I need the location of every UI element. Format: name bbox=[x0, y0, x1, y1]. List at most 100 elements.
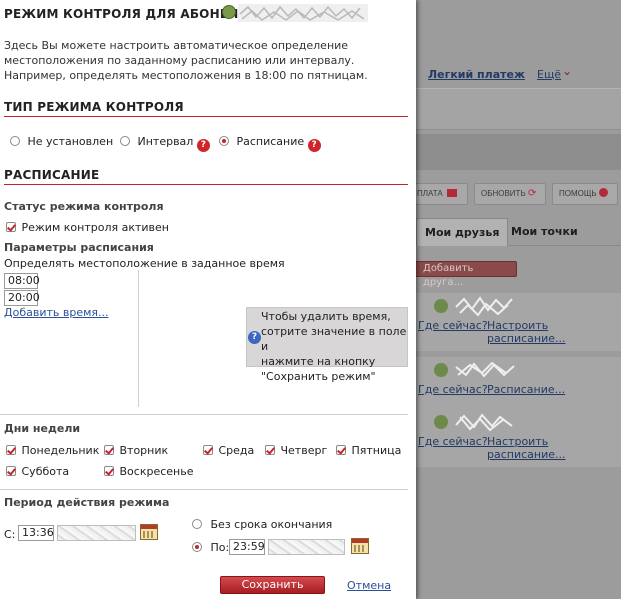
where-now-link[interactable]: Где сейчас? bbox=[418, 383, 488, 396]
toolbar-refresh-button[interactable]: ОБНОВИТЬ ⟳ bbox=[474, 183, 546, 205]
from-date-input[interactable] bbox=[57, 525, 136, 541]
day-sunday[interactable]: Воскресенье bbox=[104, 465, 193, 478]
schedule-params-label: Параметры расписания bbox=[4, 241, 154, 254]
section-divider bbox=[4, 184, 408, 185]
refresh-icon: ⟳ bbox=[527, 188, 537, 199]
schedule-link[interactable]: Расписание... bbox=[487, 383, 571, 396]
tooltip-text: Чтобы удалить время, сотрите значение в … bbox=[261, 310, 407, 383]
radio-not-set[interactable]: Не установлен bbox=[10, 135, 113, 148]
radio-circle[interactable] bbox=[192, 519, 202, 529]
captcha-name-image bbox=[455, 413, 513, 432]
help-icon bbox=[598, 188, 608, 197]
checkbox-box[interactable] bbox=[203, 445, 213, 455]
section-divider bbox=[0, 489, 408, 490]
active-checkbox[interactable]: Режим контроля активен bbox=[6, 221, 169, 234]
background-band bbox=[410, 88, 621, 130]
easy-pay-link[interactable]: Легкий платеж bbox=[428, 68, 525, 81]
help-icon[interactable]: ? bbox=[307, 139, 321, 152]
checkbox-box[interactable] bbox=[104, 445, 114, 455]
friend-row: Где сейчас? Настроить расписание... bbox=[410, 409, 621, 467]
friend-row: Где сейчас? Расписание... bbox=[410, 357, 621, 415]
friend-row: Где сейчас? Настроить расписание... bbox=[410, 293, 621, 351]
checkbox-label: Среда bbox=[218, 444, 255, 457]
tab-my-friends[interactable]: Мои друзья bbox=[416, 218, 509, 246]
day-tuesday[interactable]: Вторник bbox=[104, 444, 168, 457]
from-label: С: bbox=[4, 528, 16, 541]
add-time-link[interactable]: Добавить время... bbox=[4, 306, 109, 319]
location-pin-icon bbox=[434, 415, 448, 429]
schedule-params-hint: Определять местоположение в заданное вре… bbox=[4, 257, 285, 270]
help-icon[interactable]: ? bbox=[196, 139, 210, 152]
toolbar-pay-button[interactable]: ПЛАТА bbox=[410, 183, 468, 205]
card-icon bbox=[446, 189, 457, 197]
background-page: Легкий платеж Ещё ⌄ ПЛАТА ОБНОВИТЬ ⟳ ПОМ… bbox=[410, 0, 621, 599]
radio-no-end[interactable]: Без срока окончания bbox=[192, 518, 332, 531]
radio-circle[interactable] bbox=[120, 136, 130, 146]
toolbar-label: ПОМОЩЬ bbox=[559, 189, 597, 198]
radio-label: Не установлен bbox=[27, 135, 114, 148]
time-input[interactable]: 08:00 bbox=[4, 273, 40, 289]
where-now-link[interactable]: Где сейчас? bbox=[418, 319, 488, 332]
from-time-input[interactable]: 13:36 bbox=[18, 525, 54, 541]
tab-my-points[interactable]: Мои точки bbox=[503, 218, 586, 246]
checkbox-box[interactable] bbox=[6, 445, 16, 455]
checkbox-box[interactable] bbox=[265, 445, 275, 455]
where-now-link[interactable]: Где сейчас? bbox=[418, 435, 488, 448]
control-mode-dialog: РЕЖИМ КОНТРОЛЯ ДЛЯ АБОНЕНТА Здесь Вы мож… bbox=[0, 0, 416, 599]
schedule-heading: РАСПИСАНИЕ bbox=[4, 168, 100, 182]
chevron-down-icon: ⌄ bbox=[562, 64, 573, 78]
checkbox-box[interactable] bbox=[6, 222, 16, 232]
checkbox-label: Вторник bbox=[119, 444, 169, 457]
subscriber-avatar-icon bbox=[222, 5, 236, 19]
radio-circle[interactable] bbox=[219, 136, 229, 146]
day-friday[interactable]: Пятница bbox=[336, 444, 401, 457]
schedule-column-divider bbox=[138, 270, 139, 407]
dialog-title: РЕЖИМ КОНТРОЛЯ ДЛЯ АБОНЕНТА bbox=[4, 7, 257, 21]
checkbox-label: Понедельник bbox=[21, 444, 100, 457]
day-saturday[interactable]: Суббота bbox=[6, 465, 69, 478]
toolbar-help-button[interactable]: ПОМОЩЬ bbox=[552, 183, 618, 205]
checkbox-label: Пятница bbox=[351, 444, 402, 457]
captcha-name-image bbox=[455, 296, 513, 317]
checkbox-label: Суббота bbox=[21, 465, 70, 478]
radio-schedule[interactable]: Расписание ? bbox=[219, 135, 321, 152]
calendar-icon[interactable] bbox=[351, 538, 369, 554]
status-label: Статус режима контроля bbox=[4, 200, 164, 213]
section-divider bbox=[0, 414, 408, 415]
schedule-link[interactable]: Настроить расписание... bbox=[487, 435, 571, 461]
radio-to[interactable]: По: bbox=[192, 541, 229, 554]
radio-label: Без срока окончания bbox=[210, 518, 333, 531]
more-link[interactable]: Ещё bbox=[537, 68, 561, 81]
day-monday[interactable]: Понедельник bbox=[6, 444, 99, 457]
intro-text: Здесь Вы можете настроить автоматическое… bbox=[4, 39, 368, 82]
subscriber-name-captcha bbox=[238, 4, 368, 22]
checkbox-box[interactable] bbox=[336, 445, 346, 455]
background-band bbox=[410, 134, 621, 170]
to-time-input[interactable]: 23:59 bbox=[229, 539, 265, 555]
section-divider bbox=[4, 116, 408, 117]
radio-label: Расписание bbox=[236, 135, 305, 148]
day-wednesday[interactable]: Среда bbox=[203, 444, 254, 457]
checkbox-label: Четверг bbox=[280, 444, 328, 457]
day-thursday[interactable]: Четверг bbox=[265, 444, 327, 457]
add-friend-button[interactable]: Добавить друга... bbox=[414, 261, 517, 288]
captcha-name-image bbox=[455, 361, 515, 378]
radio-circle[interactable] bbox=[10, 136, 20, 146]
save-mode-button[interactable]: Сохранить режим bbox=[220, 576, 325, 599]
checkbox-box[interactable] bbox=[6, 466, 16, 476]
friends-tabs: Мои друзья Мои точки bbox=[410, 218, 621, 246]
period-heading: Период действия режима bbox=[4, 496, 170, 509]
question-icon: ? bbox=[248, 331, 261, 344]
cancel-link[interactable]: Отмена bbox=[347, 579, 391, 592]
radio-interval[interactable]: Интервал ? bbox=[120, 135, 210, 152]
checkbox-label: Режим контроля активен bbox=[21, 221, 169, 234]
location-pin-icon bbox=[434, 299, 448, 313]
delete-time-tooltip: ? Чтобы удалить время, сотрите значение … bbox=[246, 307, 408, 383]
time-input[interactable]: 20:00 bbox=[4, 290, 40, 306]
radio-label: Интервал bbox=[137, 135, 194, 148]
to-date-input[interactable] bbox=[268, 539, 345, 555]
calendar-icon[interactable] bbox=[140, 524, 158, 540]
schedule-link[interactable]: Настроить расписание... bbox=[487, 319, 571, 345]
checkbox-box[interactable] bbox=[104, 466, 114, 476]
radio-circle[interactable] bbox=[192, 542, 202, 552]
